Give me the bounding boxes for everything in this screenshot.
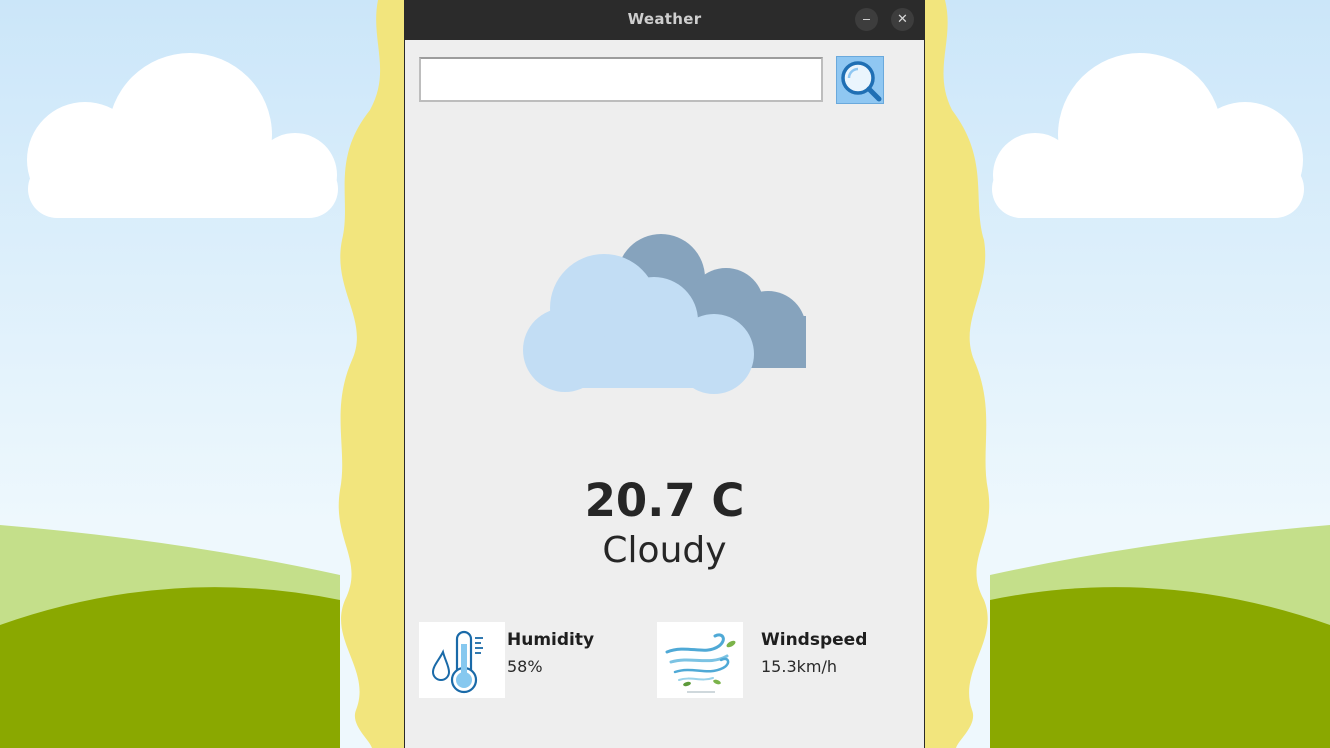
windspeed-value: 15.3km/h — [761, 657, 838, 676]
windspeed-label: Windspeed — [761, 630, 868, 650]
humidity-label: Humidity — [507, 630, 595, 650]
wind-icon — [665, 633, 736, 693]
cloudy-icon — [523, 234, 806, 394]
minimize-button[interactable]: ‒ — [855, 8, 878, 31]
title-bar[interactable]: Weather ‒ ✕ — [405, 0, 924, 40]
window-title: Weather — [627, 10, 702, 28]
humidity-value: 58% — [507, 657, 543, 676]
close-button[interactable]: ✕ — [891, 8, 914, 31]
search-button[interactable] — [836, 56, 884, 104]
temperature: 20.7 C — [584, 474, 745, 527]
search-icon — [841, 61, 882, 102]
city-search-input[interactable] — [419, 57, 823, 102]
weather-app-window: Weather ‒ ✕ 20.7 C Cloudy Humidity 58% W… — [404, 0, 925, 748]
windspeed-tile — [657, 622, 743, 698]
thermometer-humidity-icon — [431, 630, 483, 694]
humidity-tile — [419, 622, 505, 698]
weather-description: Cloudy — [602, 530, 727, 571]
